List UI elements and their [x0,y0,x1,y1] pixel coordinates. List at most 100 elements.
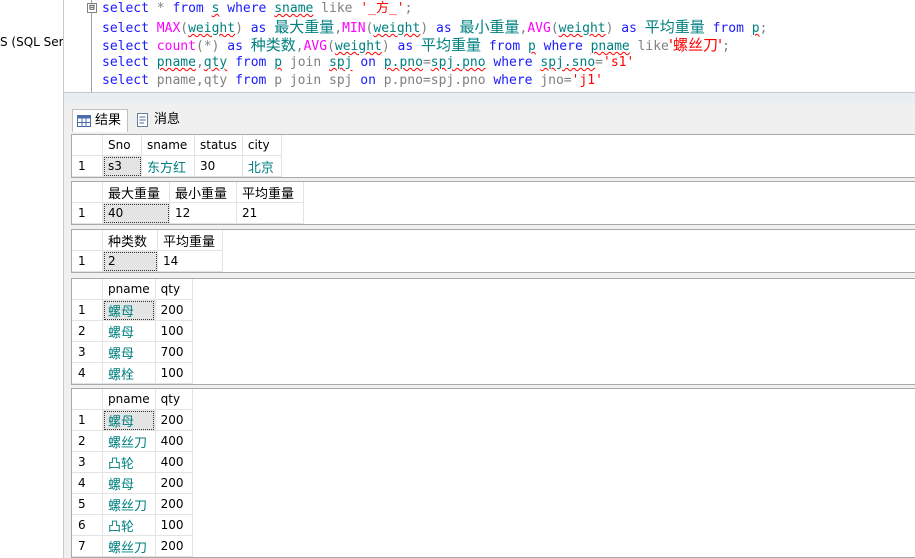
row-number[interactable]: 3 [72,451,103,473]
server-node[interactable]: S (SQL Ser [0,35,63,49]
table-cell[interactable]: 螺丝刀 [102,430,156,452]
table-cell[interactable]: 100 [155,514,193,536]
column-header[interactable]: status [194,135,243,156]
row-header-corner[interactable] [72,135,103,156]
table-row[interactable]: 2 螺母 100 [72,320,193,342]
code-line[interactable]: select count(*) as 种类数,AVG(weight) as 平均… [102,36,730,54]
code-token: where [227,1,267,16]
row-header-corner[interactable] [72,230,103,251]
row-number[interactable]: 1 [72,202,103,224]
row-number[interactable]: 1 [72,299,103,321]
table-cell[interactable]: 螺母 [102,299,156,321]
table-cell[interactable]: 东方红 [141,155,195,177]
table-cell[interactable]: 30 [194,155,243,177]
tab-messages[interactable]: 消息 [132,109,186,131]
code-token: (*) [195,39,228,54]
table-row[interactable]: 1 螺母 200 [72,299,193,321]
row-number[interactable]: 5 [72,493,103,515]
row-number[interactable]: 7 [72,535,103,557]
header-row: Sno sname status city [72,135,282,156]
table-cell[interactable]: 北京 [242,155,282,177]
code-token: * [148,1,173,16]
code-line[interactable]: select MAX(weight) as 最大重量,MIN(weight) a… [102,18,767,36]
column-header[interactable]: 种类数 [102,230,158,251]
table-cell[interactable]: 200 [155,299,193,321]
table-row[interactable]: 4 螺栓 100 [72,362,193,384]
column-header[interactable]: 平均重量 [157,230,223,251]
table-cell[interactable]: 21 [236,202,304,224]
row-number[interactable]: 3 [72,341,103,363]
table-cell[interactable]: 40 [102,202,170,224]
row-number[interactable]: 2 [72,320,103,342]
table-cell[interactable]: 200 [155,535,193,557]
table-cell[interactable]: 200 [155,472,193,494]
table-row[interactable]: 1 40 12 21 [72,202,304,224]
code-line[interactable]: select * from s where sname like '_方_'; [102,0,412,18]
table-cell[interactable]: 700 [155,341,193,363]
code-line[interactable]: select pname,qty from p join spj on p.pn… [102,54,634,72]
column-header[interactable]: pname [102,389,156,410]
column-header[interactable]: pname [102,279,156,300]
table-cell[interactable]: 螺栓 [102,362,156,384]
table-row[interactable]: 6 凸轮 100 [72,514,193,536]
row-header-corner[interactable] [72,182,103,203]
column-header[interactable]: qty [155,279,193,300]
table-row[interactable]: 3 螺母 700 [72,341,193,363]
column-header[interactable]: 最大重量 [102,182,170,203]
table-row[interactable]: 1 s3 东方红 30 北京 [72,155,282,177]
code-token: from [488,39,521,54]
result-table: 最大重量 最小重量 平均重量 1 40 12 21 [72,182,304,224]
table-cell[interactable]: 100 [155,320,193,342]
table-row[interactable]: 4 螺母 200 [72,472,193,494]
table-cell[interactable]: 100 [155,362,193,384]
table-cell[interactable]: 螺母 [102,341,156,363]
table-cell[interactable]: 凸轮 [102,514,156,536]
code-token: ( [327,39,335,54]
table-row[interactable]: 5 螺丝刀 200 [72,493,193,515]
row-number[interactable]: 1 [72,250,103,272]
code-line[interactable]: select pname,qty from p join spj on p.pn… [102,72,603,90]
table-cell[interactable]: 200 [155,409,193,431]
table-cell[interactable]: 螺母 [102,472,156,494]
table-cell[interactable]: 螺母 [102,320,156,342]
row-number[interactable]: 4 [72,472,103,494]
row-number[interactable]: 1 [72,155,103,177]
table-row[interactable]: 2 螺丝刀 400 [72,430,193,452]
table-cell[interactable]: 2 [102,250,158,272]
column-header[interactable]: Sno [102,135,142,156]
table-cell[interactable]: 400 [155,430,193,452]
row-number[interactable]: 2 [72,430,103,452]
table-row[interactable]: 7 螺丝刀 200 [72,535,193,557]
query-editor[interactable]: ⊟ select * from s where sname like '_方_'… [70,0,915,92]
table-cell[interactable]: 14 [157,250,223,272]
code-token: ( [550,21,559,36]
column-header[interactable]: city [242,135,282,156]
row-header-corner[interactable] [72,389,103,410]
table-cell[interactable]: s3 [102,155,142,177]
table-cell[interactable]: 螺母 [102,409,156,431]
collapse-toggle-icon[interactable]: ⊟ [87,3,97,13]
table-cell[interactable]: 凸轮 [102,451,156,473]
table-cell[interactable]: 螺丝刀 [102,493,156,515]
tab-results[interactable]: 结果 [72,109,129,132]
row-number[interactable]: 6 [72,514,103,536]
column-header[interactable]: sname [141,135,195,156]
table-cell[interactable]: 200 [155,493,193,515]
row-number[interactable]: 1 [72,409,103,431]
table-cell[interactable]: 12 [169,202,237,224]
code-token: ( [180,21,189,36]
row-header-corner[interactable] [72,279,103,300]
row-number[interactable]: 4 [72,362,103,384]
table-cell[interactable]: 螺丝刀 [102,535,156,557]
code-token: ) [605,21,622,36]
code-token: as [436,21,452,36]
column-header[interactable]: qty [155,389,193,410]
code-token: '_方_' [360,1,405,16]
table-row[interactable]: 1 2 14 [72,250,223,272]
table-row[interactable]: 3 凸轮 400 [72,451,193,473]
column-header[interactable]: 最小重量 [169,182,237,203]
table-cell[interactable]: 400 [155,451,193,473]
table-row[interactable]: 1 螺母 200 [72,409,193,431]
column-header[interactable]: 平均重量 [236,182,304,203]
